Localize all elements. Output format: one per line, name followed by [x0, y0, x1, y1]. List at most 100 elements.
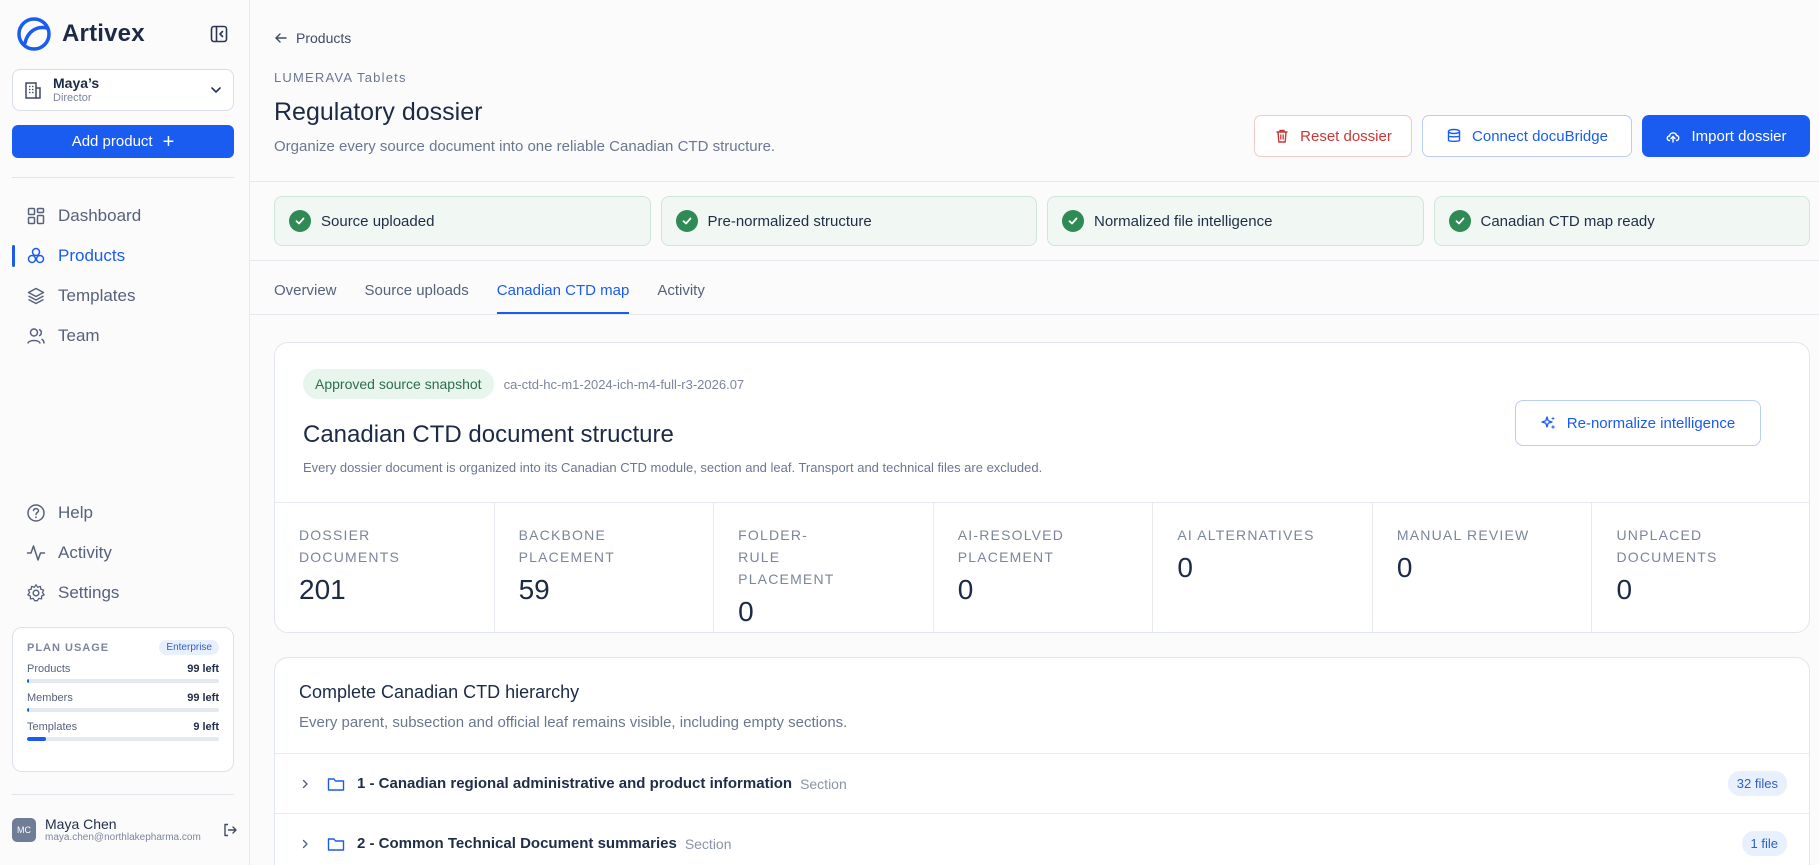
plan-title: PLAN USAGE	[27, 641, 110, 654]
hierarchy-row-name: 1 - Canadian regional administrative and…	[357, 775, 793, 792]
logout-icon[interactable]	[222, 822, 238, 838]
hierarchy-subtitle: Every parent, subsection and official le…	[299, 714, 848, 731]
step-source-uploaded: Source uploaded	[274, 196, 651, 246]
nav-item-dashboard[interactable]: Dashboard	[0, 196, 250, 236]
products-icon	[27, 247, 45, 264]
stat-folder-rule-placement: Folder-rule placement 0	[714, 503, 934, 632]
plan-progress-fill	[27, 737, 47, 741]
hierarchy-row[interactable]: 2 - Common Technical Document summaries …	[275, 813, 1809, 865]
plan-progress-bar	[27, 679, 219, 683]
back-link-label: Products	[296, 30, 352, 46]
stat-value: 59	[518, 574, 550, 605]
import-dossier-button[interactable]: Import dossier	[1642, 115, 1810, 157]
tab-canadian-ctd-map[interactable]: Canadian CTD map	[496, 266, 629, 314]
check-circle-icon	[1062, 210, 1084, 232]
stat-label: Backbone placement	[518, 527, 615, 565]
back-link[interactable]: Products	[274, 30, 351, 46]
stat-value: 0	[738, 596, 754, 627]
nav-label: Templates	[58, 286, 136, 305]
plan-row-label: Products	[27, 663, 71, 675]
brand[interactable]: Artivex	[16, 16, 145, 52]
tab-source-uploads[interactable]: Source uploads	[365, 266, 469, 314]
renormalize-label: Re-normalize intelligence	[1566, 414, 1736, 432]
nav-label: Activity	[58, 543, 112, 562]
chevron-right-icon	[302, 839, 308, 848]
file-count-badge: 32 files	[1727, 771, 1787, 796]
folder-icon	[327, 777, 345, 791]
stat-value: 0	[1616, 574, 1633, 605]
plan-row-members: Members 99 left	[27, 692, 219, 712]
tab-activity[interactable]: Activity	[657, 266, 705, 314]
renormalize-button[interactable]: Re-normalize intelligence	[1515, 400, 1761, 446]
stat-value: 201	[299, 574, 346, 605]
connect-docubridge-button[interactable]: Connect docuBridge	[1422, 115, 1632, 157]
nav-item-templates[interactable]: Templates	[0, 276, 250, 316]
primary-nav: Dashboard Products Templates Team	[0, 196, 250, 356]
page-title: Regulatory dossier	[274, 98, 483, 126]
org-role: Director	[53, 92, 92, 104]
page-subtitle: Organize every source document into one …	[274, 138, 776, 155]
plan-progress-fill	[27, 679, 29, 683]
stat-label: AI alternatives	[1177, 527, 1315, 543]
plan-row-value: 99 left	[187, 663, 219, 675]
reset-dossier-label: Reset dossier	[1300, 127, 1392, 145]
product-name: LUMERAVA Tablets	[274, 70, 407, 85]
step-pre-normalized: Pre-normalized structure	[660, 196, 1037, 246]
plan-badge: Enterprise	[159, 640, 219, 655]
nav-item-team[interactable]: Team	[0, 316, 250, 356]
step-label: Canadian CTD map ready	[1480, 212, 1655, 230]
collapse-sidebar-icon[interactable]	[210, 25, 228, 43]
divider	[250, 181, 1819, 182]
stat-dossier-documents: Dossier documents 201	[275, 503, 495, 632]
divider	[250, 314, 1819, 315]
org-switcher[interactable]: Maya’s Director	[12, 69, 234, 111]
brand-name: Artivex	[62, 20, 145, 47]
stat-value: 0	[957, 574, 974, 605]
add-product-label: Add product	[71, 133, 153, 150]
step-ctd-map-ready: Canadian CTD map ready	[1433, 196, 1810, 246]
hierarchy-row-name: 2 - Common Technical Document summaries	[357, 835, 677, 852]
tab-overview[interactable]: Overview	[274, 266, 337, 314]
nav-item-settings[interactable]: Settings	[0, 573, 250, 613]
check-circle-icon	[675, 210, 698, 232]
arrow-left-icon	[275, 33, 287, 43]
nav-item-products[interactable]: Products	[0, 236, 250, 276]
stat-value: 0	[1177, 552, 1193, 583]
stat-label: Manual review	[1396, 527, 1530, 543]
add-product-button[interactable]: Add product +	[12, 125, 234, 158]
help-icon	[27, 504, 45, 522]
user-email: maya.chen@northlakepharma.com	[45, 832, 201, 843]
nav-item-activity[interactable]: Activity	[0, 533, 250, 573]
stat-ai-resolved-placement: AI-resolved placement 0	[934, 503, 1154, 632]
plan-row-label: Templates	[27, 721, 78, 733]
avatar: MC	[12, 818, 36, 842]
stat-label: AI-resolved placement	[957, 527, 1065, 565]
reset-dossier-button[interactable]: Reset dossier	[1254, 115, 1412, 157]
check-circle-icon	[1448, 210, 1471, 232]
stat-value: 0	[1396, 552, 1413, 583]
cloud-upload-icon	[1667, 132, 1680, 143]
structure-subtitle: Every dossier document is organized into…	[303, 460, 1043, 475]
nav-item-help[interactable]: Help	[0, 493, 250, 533]
sidebar-divider	[12, 794, 234, 795]
step-label: Normalized file intelligence	[1094, 212, 1273, 230]
ctd-structure-card: Approved source snapshot ca-ctd-hc-m1-20…	[274, 342, 1810, 633]
trash-icon	[1276, 129, 1288, 143]
plan-row-value: 9 left	[193, 721, 219, 733]
user-profile[interactable]: MC Maya Chen maya.chen@northlakepharma.c…	[12, 812, 238, 848]
snapshot-id: ca-ctd-hc-m1-2024-ich-m4-full-r3-2026.07	[503, 376, 745, 392]
file-count-badge: 1 file	[1741, 831, 1787, 856]
database-icon	[1447, 128, 1461, 143]
plan-progress-fill	[27, 708, 29, 712]
plan-row-templates: Templates 9 left	[27, 721, 219, 741]
divider	[250, 260, 1819, 261]
stat-label: Folder-rule placement	[738, 527, 835, 587]
plan-progress-bar	[27, 737, 219, 741]
step-label: Source uploaded	[321, 212, 435, 230]
org-name: Maya’s	[53, 75, 100, 91]
activity-icon	[26, 545, 46, 561]
hierarchy-row[interactable]: 1 - Canadian regional administrative and…	[275, 753, 1809, 813]
hierarchy-row-type: Section	[800, 775, 847, 792]
layers-icon	[27, 287, 45, 305]
nav-label: Team	[58, 326, 100, 345]
